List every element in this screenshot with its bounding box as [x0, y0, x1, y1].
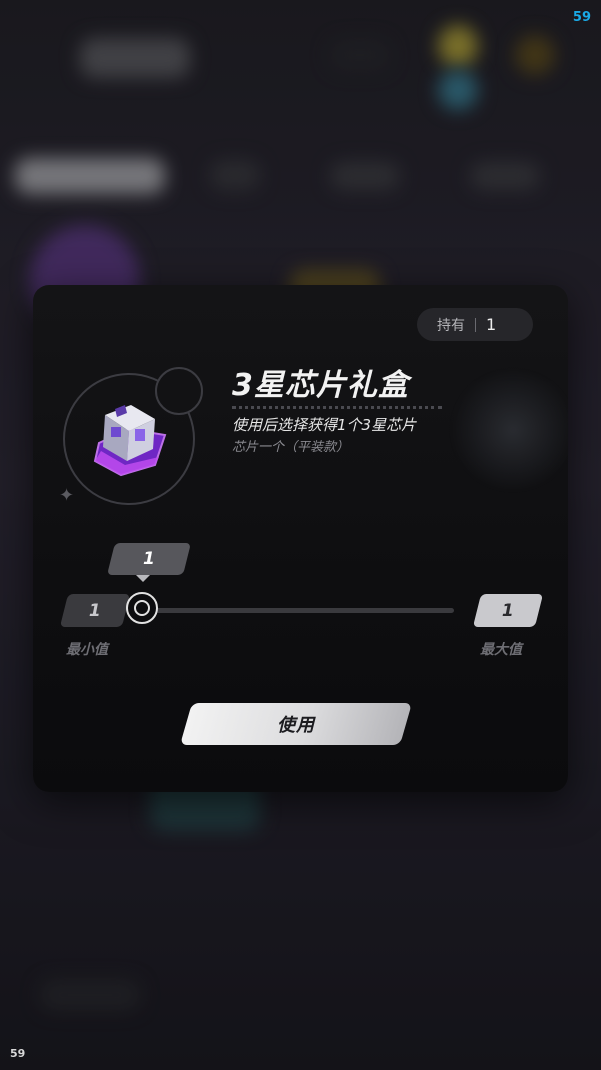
- min-quantity-value: 1: [89, 600, 101, 621]
- item-use-dialog: 持有 1 ✦ 3星芯片礼盒 使用后选择获得1个3星芯片 芯片一个（平装款） 1 …: [33, 285, 568, 792]
- max-quantity-value: 1: [502, 600, 514, 621]
- max-label: 最大值: [480, 642, 522, 658]
- max-quantity-button[interactable]: 1: [472, 594, 544, 627]
- owned-label: 持有: [437, 317, 465, 334]
- title-underline: [232, 406, 442, 409]
- owned-count: 1: [486, 315, 497, 334]
- sparkle-icon: ✦: [59, 485, 75, 506]
- purple-chip-gift-box-icon: [93, 405, 167, 477]
- item-icon-frame: ✦: [59, 367, 203, 509]
- bubble-pointer: [136, 575, 150, 582]
- use-button[interactable]: 使用: [179, 703, 413, 745]
- fps-counter-bottom: 59: [10, 1047, 26, 1060]
- current-quantity: 1: [143, 549, 155, 569]
- min-quantity-button[interactable]: 1: [59, 594, 131, 627]
- min-label: 最小值: [66, 642, 108, 658]
- quantity-slider-handle[interactable]: [126, 592, 158, 624]
- quantity-slider-track[interactable]: [143, 608, 454, 613]
- item-description: 使用后选择获得1个3星芯片: [232, 416, 417, 434]
- fps-counter: 59: [572, 10, 591, 25]
- item-title: 3星芯片礼盒: [232, 368, 409, 403]
- item-subtitle: 芯片一个（平装款）: [232, 440, 350, 455]
- current-quantity-bubble: 1: [107, 543, 191, 575]
- divider: [475, 317, 476, 332]
- use-button-label: 使用: [277, 715, 315, 736]
- owned-count-badge: 持有 1: [417, 308, 533, 341]
- decorative-sticker: [448, 370, 568, 490]
